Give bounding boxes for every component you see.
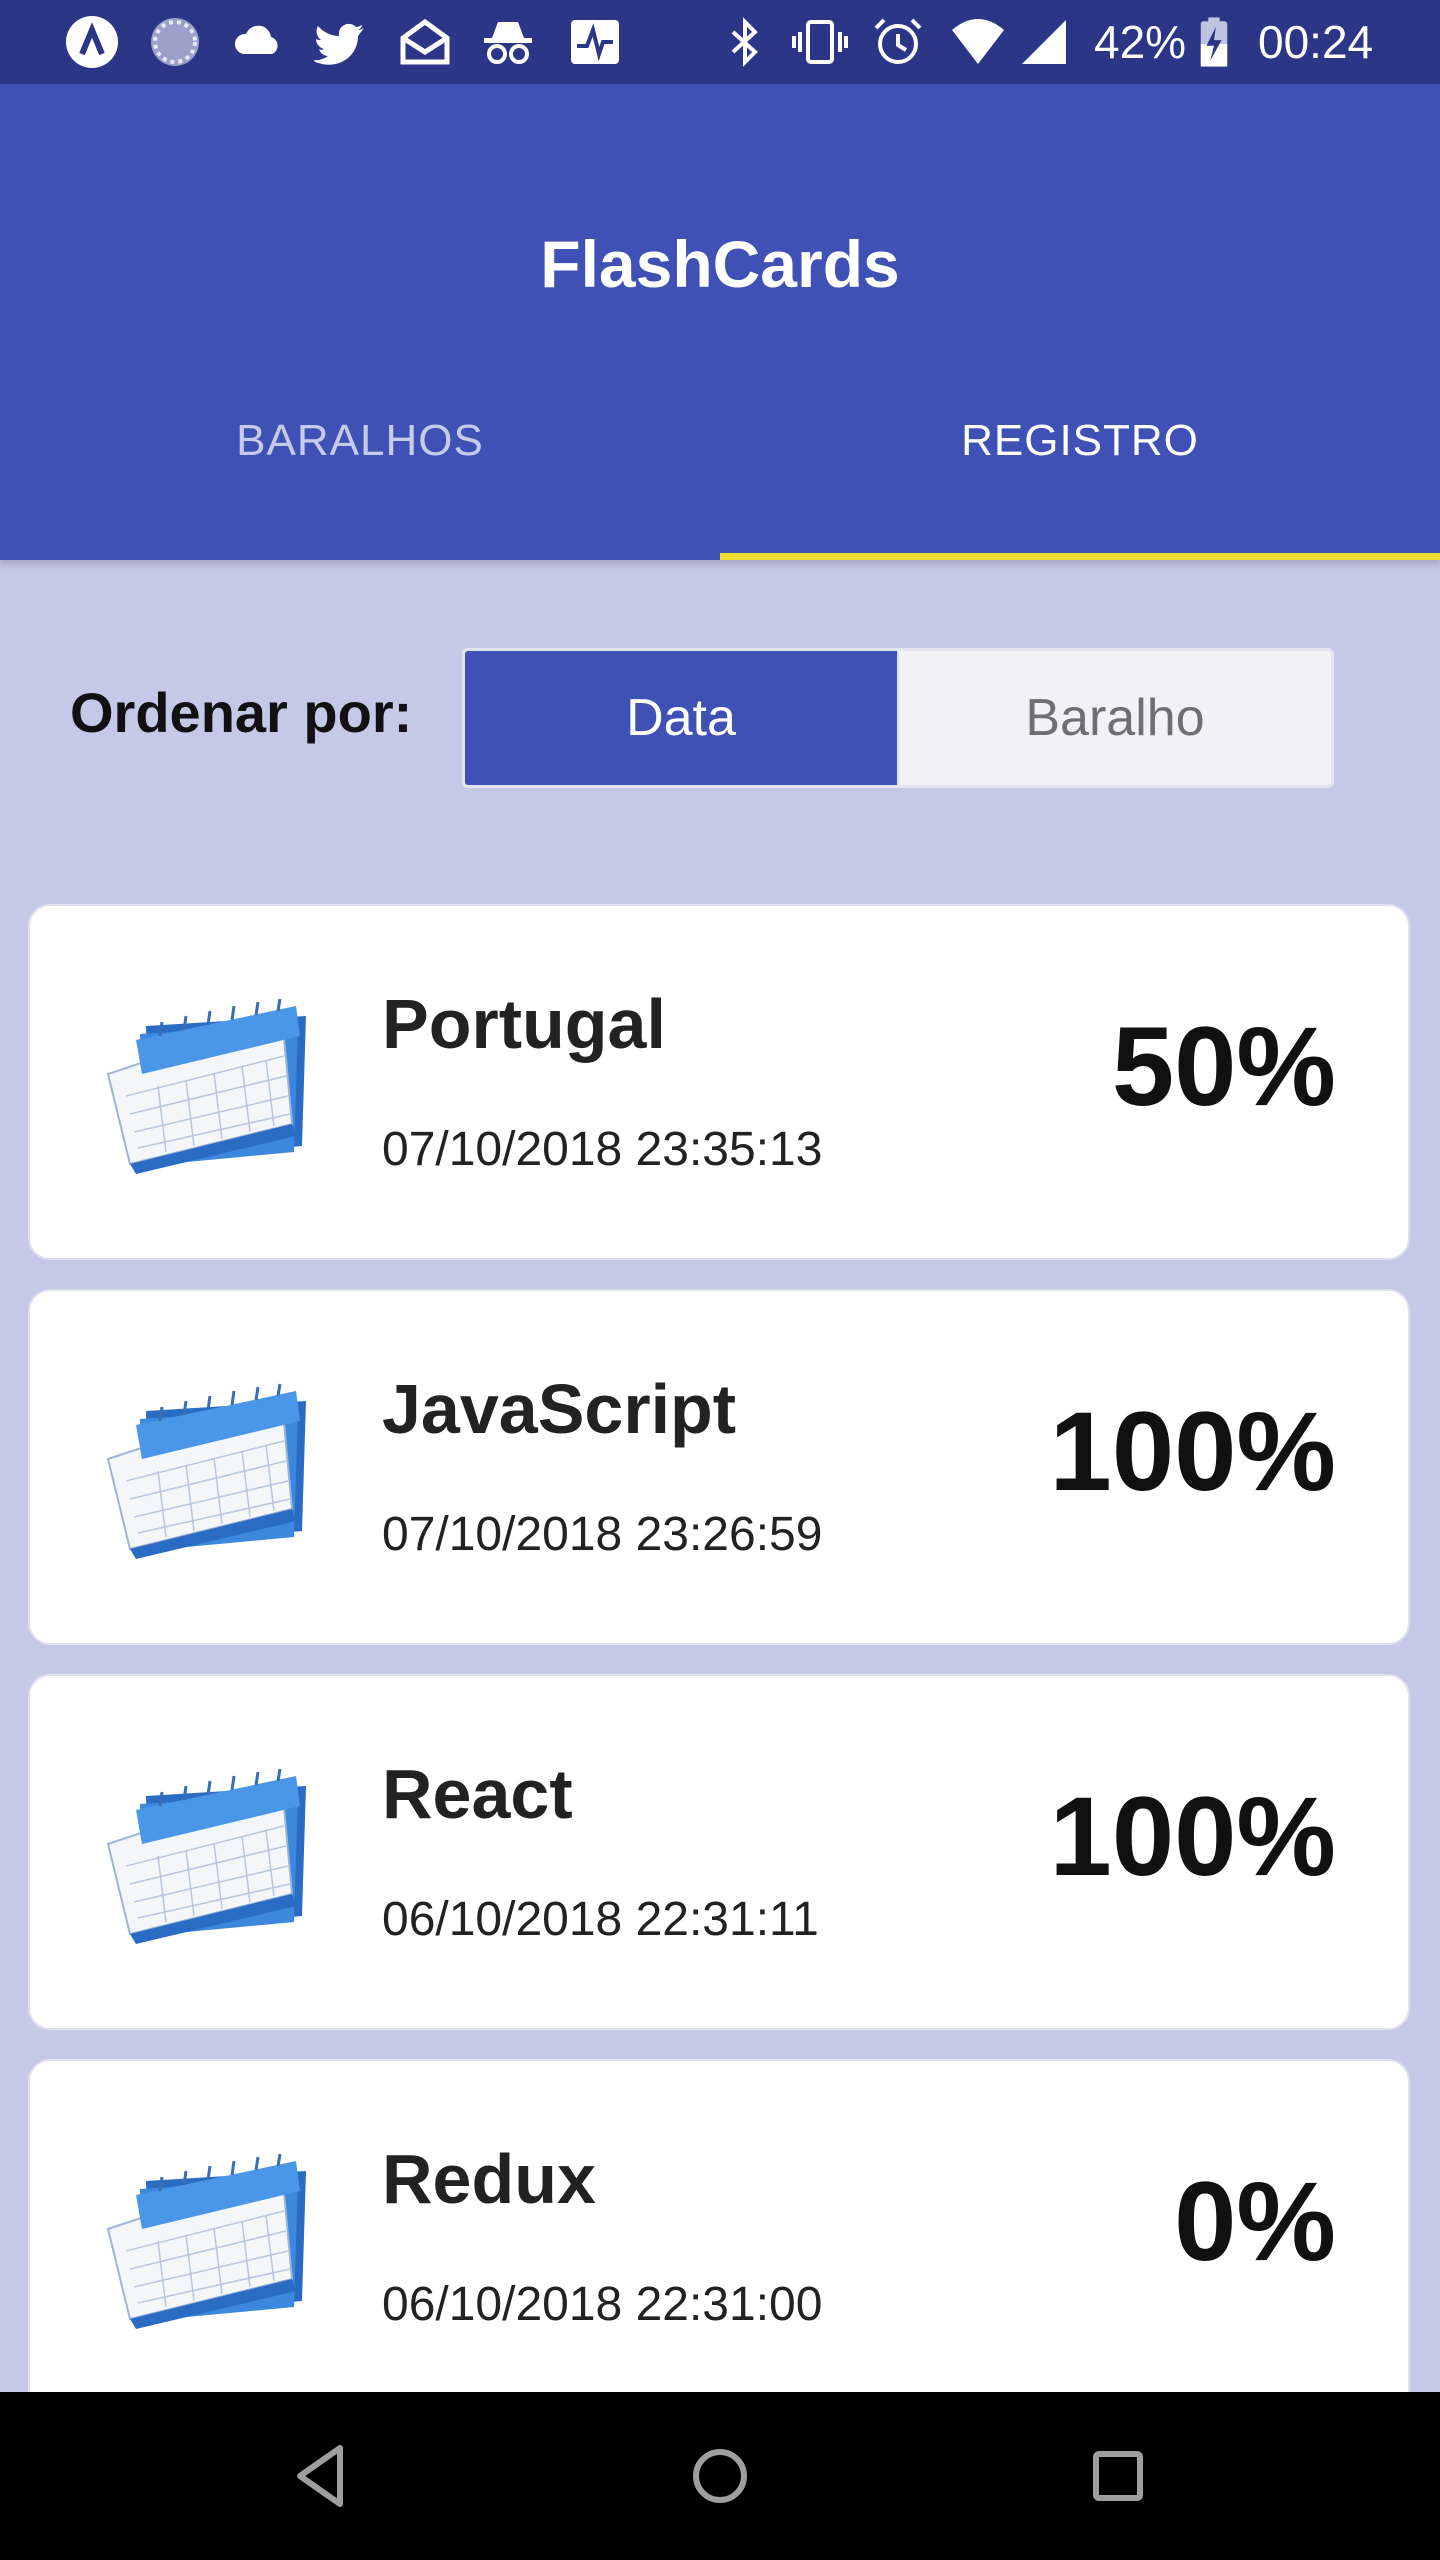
- app-bar: FlashCards BARALHOS REGISTRO: [0, 84, 1440, 560]
- tab-baralhos[interactable]: BARALHOS: [0, 416, 720, 466]
- calendar-icon: [106, 2153, 306, 2329]
- list-item[interactable]: Redux 06/10/2018 22:31:00 0%: [28, 2059, 1410, 2415]
- incognito-icon: [478, 14, 538, 70]
- progress-ring-icon: [145, 14, 205, 70]
- score-percent: 100%: [1049, 1389, 1336, 1514]
- deck-name: Portugal: [382, 985, 666, 1063]
- navigation-bar: [0, 2392, 1440, 2560]
- sort-by-date-button[interactable]: Data: [465, 651, 897, 785]
- deck-name: JavaScript: [382, 1370, 737, 1448]
- clock: 00:24: [1258, 16, 1374, 68]
- calendar-icon: [106, 998, 306, 1174]
- record-date: 06/10/2018 22:31:11: [382, 1893, 819, 1946]
- cloud-icon: [228, 14, 288, 70]
- tab-indicator: [720, 553, 1440, 560]
- wifi-icon: [948, 14, 1008, 70]
- sort-label: Ordenar por:: [70, 681, 413, 744]
- activity-icon: [565, 14, 625, 70]
- home-icon[interactable]: [678, 2434, 762, 2518]
- vibrate-icon: [790, 14, 850, 70]
- alarm-icon: [868, 14, 928, 70]
- record-date: 07/10/2018 23:35:13: [382, 1123, 823, 1176]
- battery-percent: 42%: [1094, 16, 1187, 68]
- signal-icon: [1014, 14, 1074, 70]
- battery-charging-icon: [1194, 14, 1234, 70]
- back-icon[interactable]: [280, 2434, 364, 2518]
- score-percent: 0%: [1174, 2159, 1336, 2284]
- bluetooth-icon: [715, 14, 775, 70]
- deck-name: Redux: [382, 2140, 596, 2218]
- record-date: 07/10/2018 23:26:59: [382, 1508, 823, 1561]
- deck-name: React: [382, 1755, 573, 1833]
- list-item[interactable]: JavaScript 07/10/2018 23:26:59 100%: [28, 1289, 1410, 1645]
- status-bar: 42% 00:24: [0, 0, 1440, 84]
- calendar-icon: [106, 1768, 306, 1944]
- mail-icon: [395, 14, 455, 70]
- app-a-icon: [62, 14, 122, 70]
- score-percent: 100%: [1049, 1774, 1336, 1899]
- list-item[interactable]: React 06/10/2018 22:31:11 100%: [28, 1674, 1410, 2030]
- calendar-icon: [106, 1383, 306, 1559]
- record-date: 06/10/2018 22:31:00: [382, 2278, 823, 2331]
- tab-registro[interactable]: REGISTRO: [720, 416, 1440, 466]
- sort-by-deck-button[interactable]: Baralho: [897, 651, 1331, 785]
- score-percent: 50%: [1111, 1004, 1336, 1129]
- list-item[interactable]: Portugal 07/10/2018 23:35:13 50%: [28, 904, 1410, 1260]
- recents-icon[interactable]: [1076, 2434, 1160, 2518]
- sort-segmented-control: Data Baralho: [462, 648, 1334, 788]
- twitter-icon: [312, 14, 372, 70]
- page-title: FlashCards: [540, 227, 900, 301]
